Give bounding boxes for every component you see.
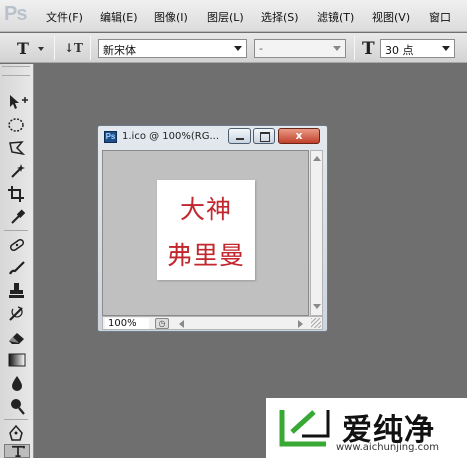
text-orientation-icon[interactable]: ↓T	[64, 41, 83, 55]
magic-wand-icon[interactable]	[4, 161, 30, 181]
separator	[54, 36, 55, 60]
menu-bar: Ps 文件(F) 编辑(E) 图像(I) 图层(L) 选择(S) 滤镜(T) 视…	[0, 0, 467, 32]
options-bar: T ↓T 新宋体 - T 30 点	[0, 33, 467, 63]
menu-filter[interactable]: 滤镜(T)	[317, 9, 354, 25]
menu-select[interactable]: 选择(S)	[261, 9, 299, 25]
status-menu-icon[interactable]: ◷	[155, 318, 169, 329]
minimize-button[interactable]	[228, 128, 251, 144]
maximize-button[interactable]	[253, 128, 275, 144]
menu-view[interactable]: 视图(V)	[372, 9, 410, 25]
menu-window[interactable]: 窗口	[429, 9, 451, 25]
eyedropper-icon[interactable]	[4, 207, 30, 227]
separator	[90, 36, 91, 60]
lasso-tool-icon[interactable]	[4, 138, 30, 158]
eraser-icon[interactable]	[4, 327, 30, 347]
type-tool-icon[interactable]	[4, 444, 30, 458]
font-size-value: 30 点	[385, 44, 414, 57]
toolbox-grip[interactable]	[2, 66, 30, 76]
chevron-down-icon	[333, 46, 341, 51]
preset-dropdown-icon[interactable]	[38, 47, 44, 51]
status-bar: 100% ◷	[102, 316, 323, 330]
scroll-left-icon[interactable]	[179, 320, 184, 328]
font-family-value: 新宋体	[103, 44, 136, 57]
toolbox-separator	[4, 419, 28, 420]
vertical-scrollbar[interactable]	[310, 150, 323, 316]
chevron-down-icon	[442, 46, 450, 51]
document-titlebar[interactable]: Ps 1.ico @ 100%(RG... x	[98, 126, 327, 148]
font-size-select[interactable]: 30 点	[380, 39, 455, 58]
font-family-select[interactable]: 新宋体	[98, 39, 247, 58]
chevron-down-icon	[234, 46, 242, 51]
document-title: 1.ico @ 100%(RG...	[122, 131, 220, 142]
aichunjing-logo-icon	[279, 410, 330, 447]
photoshop-logo: Ps	[4, 3, 27, 25]
menu-image[interactable]: 图像(I)	[154, 9, 188, 25]
zoom-level-field[interactable]: 100%	[105, 318, 149, 329]
close-icon: x	[295, 129, 303, 142]
pen-tool-icon[interactable]	[4, 423, 30, 443]
toolbox-separator	[4, 230, 28, 231]
scroll-right-icon[interactable]	[298, 320, 303, 328]
image-canvas[interactable]: 大神 弗里曼	[157, 180, 255, 280]
document-window[interactable]: Ps 1.ico @ 100%(RG... x 大神 弗里曼 100% ◷	[97, 125, 328, 332]
type-tool-preset-icon[interactable]: T	[17, 39, 29, 58]
marquee-tool-icon[interactable]	[4, 115, 30, 135]
scroll-up-icon[interactable]	[313, 156, 321, 161]
menu-edit[interactable]: 编辑(E)	[100, 9, 138, 25]
brush-tool-icon[interactable]	[4, 258, 30, 278]
menu-file[interactable]: 文件(F)	[46, 9, 83, 25]
clone-stamp-icon[interactable]	[4, 281, 30, 301]
crop-tool-icon[interactable]	[4, 184, 30, 204]
resize-grip[interactable]	[311, 318, 321, 328]
close-button[interactable]: x	[278, 128, 320, 144]
canvas-text-line-1: 大神	[179, 195, 232, 224]
scroll-down-icon[interactable]	[313, 304, 321, 309]
move-tool-icon[interactable]	[4, 92, 30, 112]
font-size-icon: T	[362, 39, 375, 59]
healing-brush-icon[interactable]	[4, 235, 30, 255]
canvas-area[interactable]: 大神 弗里曼	[102, 150, 309, 316]
font-style-select[interactable]: -	[254, 39, 346, 58]
separator	[354, 36, 355, 60]
dodge-tool-icon[interactable]	[4, 396, 30, 416]
watermark-url: www.aichunjing.com	[336, 442, 439, 453]
toolbox	[0, 64, 34, 458]
ps-document-icon: Ps	[104, 131, 117, 143]
font-style-value: -	[259, 42, 263, 55]
gradient-tool-icon[interactable]	[4, 350, 30, 370]
blur-tool-icon[interactable]	[4, 373, 30, 393]
watermark: 爱纯净 www.aichunjing.com	[266, 398, 467, 458]
menu-layer[interactable]: 图层(L)	[207, 9, 244, 25]
canvas-text-line-2: 弗里曼	[166, 241, 245, 270]
history-brush-icon[interactable]	[4, 304, 30, 324]
